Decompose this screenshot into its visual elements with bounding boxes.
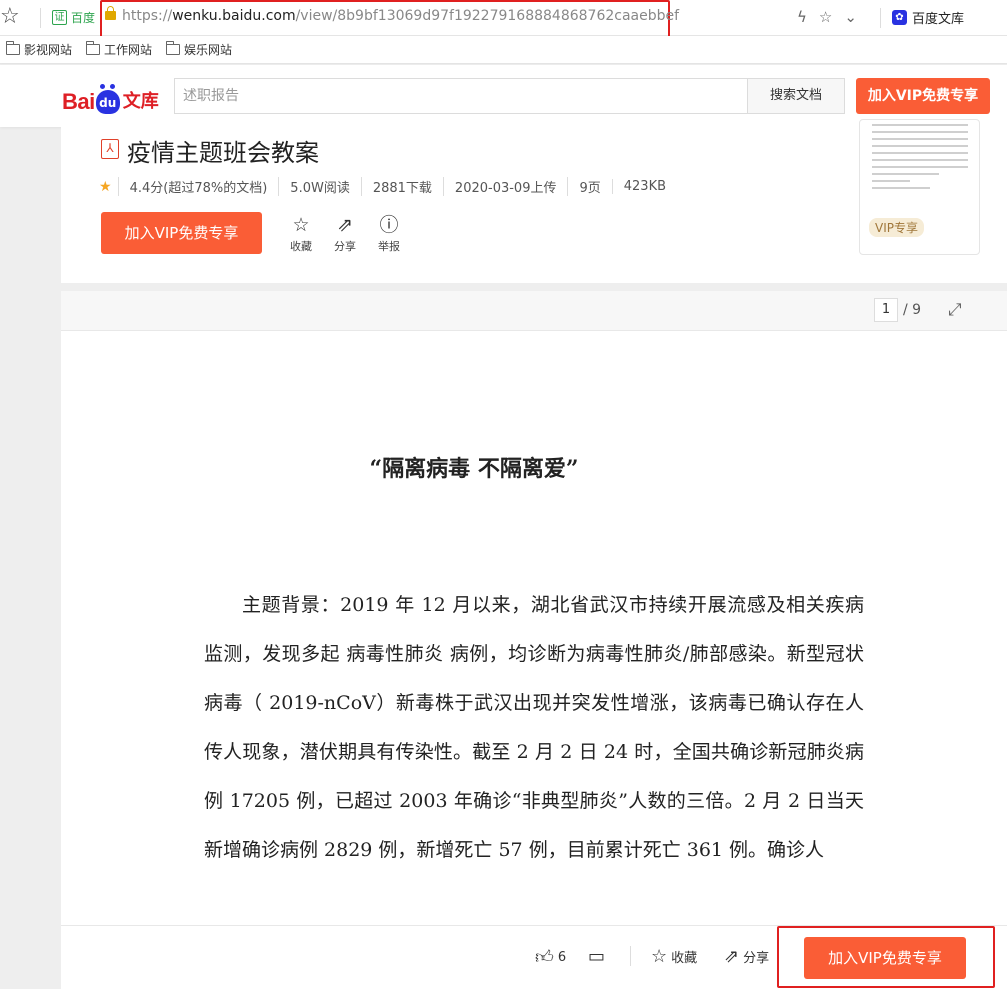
divider [880,8,881,28]
current-page-input[interactable]: 1 [874,298,898,322]
bookmark-folder[interactable]: 工作网站 [86,41,152,58]
address-bar-icons: ϟ ☆ ⌄ [797,8,857,26]
file-size: 423KB [611,179,677,194]
comment-button[interactable]: ▭ [588,946,605,967]
site-header: Bai du 文库 搜索文档 加入VIP免费专享 [0,65,1007,127]
upload-date: 2020-03-09上传 [442,177,568,196]
search-engine-selector[interactable]: ✿ 百度文库 [892,8,964,27]
folder-icon [166,41,181,55]
document-actions: ☆ 收藏 ⇗ 分享 ⓘ 举报 [290,215,400,254]
rating: 4.4分(超过78%的文档) [117,177,279,196]
bookmarks-bar: 影视网站 工作网站 娱乐网站 [0,36,1007,64]
certificate-icon: 证 [52,10,67,25]
reader-toolbar: 1 / 9 ⤢ [61,291,1007,331]
star-outline-icon: ☆ [292,214,310,236]
divider [40,8,41,28]
share-icon: ⇗ [724,946,740,967]
search-input[interactable] [174,78,748,114]
folder-icon [86,41,101,55]
thumbs-up-icon: 👍︎ [535,947,554,968]
favorite-button[interactable]: ☆ 收藏 [290,215,312,254]
document-page: “隔离病毒 不隔离爱” 主题背景：2019 年 12 月以来，湖北省武汉市持续开… [61,331,1007,925]
pdf-icon: ⅄ [101,139,119,159]
url-field[interactable]: https://wenku.baidu.com/view/8b9bf13069d… [122,8,679,24]
report-button[interactable]: ⓘ 举报 [378,215,400,254]
star-outline-icon: ☆ [651,946,668,967]
like-button[interactable]: 👍︎ 6 [535,946,566,968]
read-count: 5.0W阅读 [278,177,361,196]
join-vip-button[interactable]: 加入VIP免费专享 [101,212,262,254]
document-body: 主题背景：2019 年 12 月以来，湖北省武汉市持续开展流感及相关疾病监测，发… [204,581,864,875]
folder-icon [6,41,20,55]
document-title: 疫情主题班会教案 [127,139,319,167]
vip-exclusive-badge: VIP专享 [869,218,924,237]
comment-icon: ▭ [588,946,606,967]
total-pages: / 9 [903,302,922,318]
document-heading: “隔离病毒 不隔离爱” [369,456,579,482]
bookmark-star-icon[interactable]: ☆ [0,6,20,28]
fullscreen-icon[interactable]: ⤢ [948,300,962,320]
browser-address-bar: ☆ 证 百度 https://wenku.baidu.com/view/8b9b… [0,0,1007,38]
favorite-button[interactable]: ☆ 收藏 [651,946,697,967]
download-count: 2881下载 [360,177,443,196]
lock-icon [105,6,116,20]
share-icon: ⇗ [337,214,353,236]
chevron-down-icon[interactable]: ⌄ [844,8,857,26]
join-vip-button[interactable]: 加入VIP免费专享 [804,937,966,979]
lightning-icon[interactable]: ϟ [797,8,807,26]
share-button[interactable]: ⇗ 分享 [334,215,356,254]
rating-star-icon: ★ [99,178,112,195]
baidu-wenku-logo[interactable]: Bai du 文库 [62,75,159,115]
body-paragraph: 主题背景：2019 年 12 月以来，湖北省武汉市持续开展流感及相关疾病监测，发… [204,594,864,861]
document-thumbnail[interactable]: VIP专享 [859,119,980,255]
bottom-toolbar: 👍︎ 6 ▭ ☆ 收藏 ⇗ 分享 加入VIP免费专享 [61,925,1007,989]
like-count: 6 [557,949,567,965]
bookmark-folder[interactable]: 影视网站 [6,41,72,58]
join-vip-button[interactable]: 加入VIP免费专享 [856,78,990,114]
share-button[interactable]: ⇗ 分享 [724,946,769,967]
document-meta: ★ 4.4分(超过78%的文档) 5.0W阅读 2881下载 2020-03-0… [99,177,677,196]
page-indicator: 1 / 9 [874,298,921,322]
baidu-paw-icon: ✿ [892,10,907,25]
divider [630,946,631,966]
search-button[interactable]: 搜索文档 [747,78,845,114]
report-icon: ⓘ [379,214,399,236]
bookmark-folder[interactable]: 娱乐网站 [166,41,232,58]
search-engine-label: 百度文库 [912,12,965,27]
document-info-card: ⅄ 疫情主题班会教案 ★ 4.4分(超过78%的文档) 5.0W阅读 2881下… [61,119,1007,283]
certificate-name: 百度 [71,11,96,25]
certificate-indicator[interactable]: 证 百度 [52,9,95,26]
favorite-star-icon[interactable]: ☆ [819,8,832,26]
page-count: 9页 [567,177,611,196]
